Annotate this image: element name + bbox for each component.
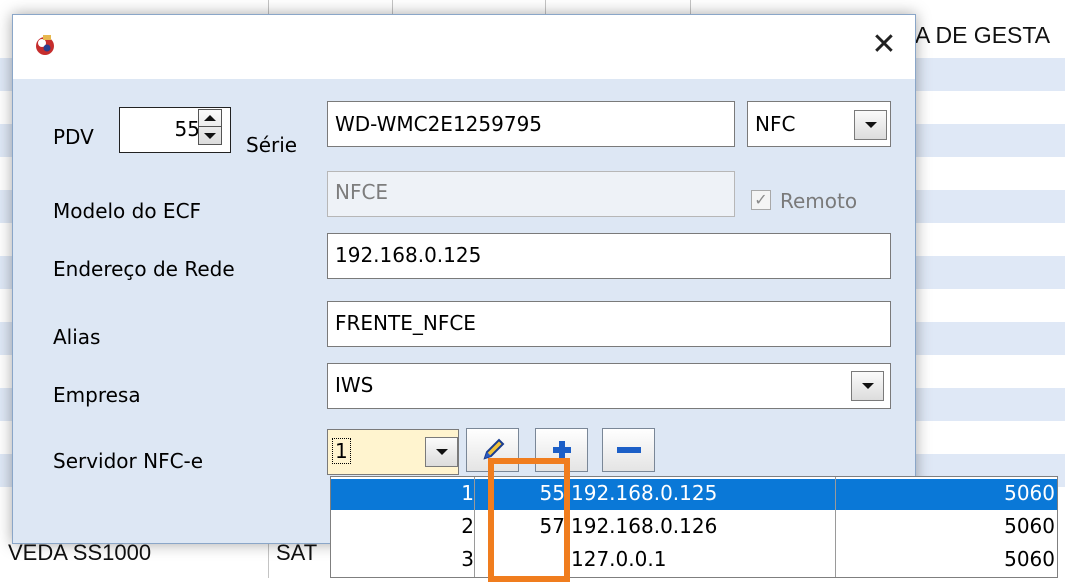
annotation-highlight-box [488, 458, 570, 582]
serie-input[interactable]: WD-WMC2E1259795 [327, 101, 735, 147]
row-port: 5060 [1004, 514, 1055, 538]
endereco-input[interactable]: 192.168.0.125 [327, 233, 891, 279]
tipo-value: NFC [755, 112, 796, 136]
row-index: 1 [461, 481, 474, 505]
pdv-config-dialog: ✕ PDV 55 Série WD-WMC2E1259795 NFC Model… [12, 14, 916, 544]
endereco-label: Endereço de Rede [53, 257, 235, 281]
tipo-dropdown-icon[interactable] [854, 110, 887, 140]
bg-header-text: A DE GESTA [915, 22, 1051, 48]
alias-input[interactable]: FRENTE_NFCE [327, 301, 891, 347]
dialog-titlebar[interactable]: ✕ [13, 15, 915, 79]
row-port: 5060 [1004, 547, 1055, 571]
close-icon[interactable]: ✕ [869, 29, 899, 61]
minus-icon [616, 447, 641, 453]
app-icon [33, 33, 57, 57]
row-index: 2 [461, 514, 474, 538]
servidor-list-row-selected[interactable]: 1 55 192.168.0.125 5060 [331, 479, 1057, 510]
list-column-divider [474, 477, 475, 577]
remoto-label: Remoto [780, 189, 858, 213]
servidor-value: 1 [332, 438, 351, 464]
pdv-label: PDV [53, 125, 94, 149]
pdv-value: 55 [174, 117, 200, 141]
servidor-dropdown-icon[interactable] [425, 437, 458, 467]
empresa-dropdown-icon[interactable] [851, 371, 884, 401]
row-ip: 192.168.0.126 [571, 514, 718, 538]
servidor-label: Servidor NFC-e [53, 449, 204, 473]
row-index: 3 [461, 547, 474, 571]
row-port: 5060 [1004, 481, 1055, 505]
modelo-label: Modelo do ECF [53, 199, 202, 223]
remove-servidor-button[interactable] [602, 428, 655, 472]
alias-label: Alias [53, 325, 101, 349]
remoto-checkbox[interactable]: ✓ [751, 190, 771, 210]
spin-up-icon[interactable] [199, 110, 221, 127]
spin-down-icon[interactable] [199, 127, 221, 144]
empresa-select[interactable]: IWS [327, 363, 891, 409]
pdv-spin-buttons[interactable] [198, 109, 222, 145]
empresa-label: Empresa [53, 383, 141, 407]
row-ip: 127.0.0.1 [571, 547, 667, 571]
empresa-value: IWS [335, 373, 374, 397]
servidor-list-row[interactable]: 2 57 192.168.0.126 5060 [331, 512, 1057, 543]
row-ip: 192.168.0.125 [571, 481, 718, 505]
list-column-divider [835, 477, 836, 577]
servidor-dropdown-list[interactable]: 1 55 192.168.0.125 5060 2 57 192.168.0.1… [330, 476, 1058, 578]
modelo-input[interactable]: NFCE [327, 171, 735, 217]
serie-label: Série [246, 133, 298, 157]
servidor-list-row[interactable]: 3 127.0.0.1 5060 [331, 545, 1057, 576]
